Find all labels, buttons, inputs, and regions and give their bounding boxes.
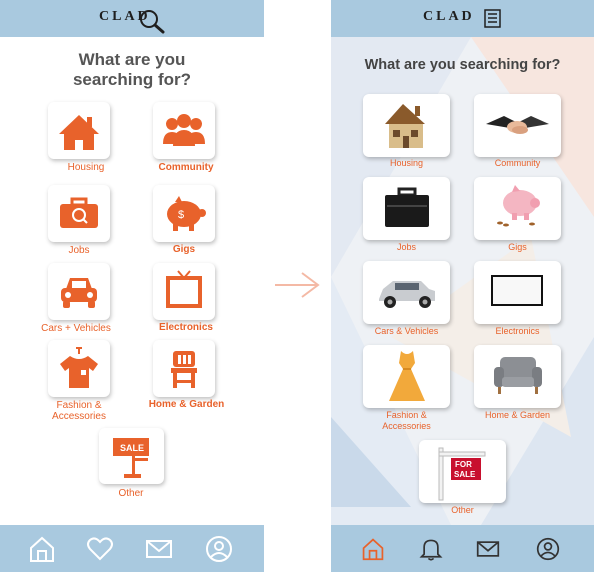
svg-text:FOR: FOR — [455, 460, 472, 469]
category-tile-fashion[interactable] — [48, 340, 110, 397]
category-label-cars: Cars & Vehicles — [374, 326, 439, 336]
profile-icon[interactable] — [536, 537, 560, 561]
screen-original: CLAD What are you searching for? Housing… — [0, 0, 264, 572]
bottom-nav — [331, 525, 594, 572]
heart-icon[interactable] — [86, 535, 114, 563]
category-label-cars: Cars + Vehicles — [41, 323, 111, 334]
page-title-line1: What are you — [78, 50, 186, 69]
category-label-fashion-line2: Accessories — [52, 411, 106, 422]
tv-photo-icon — [491, 275, 543, 306]
category-label-fashion: Fashion & Accessories — [363, 410, 450, 432]
mail-icon[interactable] — [476, 537, 500, 561]
category-label-fashion-line1: Fashion & — [386, 410, 427, 420]
armchair-photo-icon — [494, 357, 542, 394]
category-tile-home-garden[interactable] — [153, 340, 215, 397]
category-tile-electronics[interactable] — [153, 263, 215, 320]
search-icon[interactable] — [138, 8, 166, 34]
svg-text:SALE: SALE — [120, 443, 144, 453]
category-tile-other[interactable]: SALE — [99, 428, 164, 484]
handshake-icon — [486, 116, 549, 134]
category-tile-cars[interactable] — [48, 263, 110, 320]
shirt-icon — [60, 347, 98, 388]
category-tile-home-garden[interactable] — [474, 345, 561, 408]
category-label-community: Community — [494, 158, 541, 168]
category-tile-gigs[interactable]: $ — [153, 185, 215, 242]
category-tile-jobs[interactable] — [363, 177, 450, 240]
svg-text:$: $ — [178, 209, 184, 221]
category-tile-other[interactable]: FOR SALE — [419, 440, 506, 503]
profile-icon[interactable] — [205, 535, 233, 563]
home-icon[interactable] — [28, 535, 56, 563]
category-label-housing: Housing — [389, 158, 424, 168]
briefcase-icon — [60, 197, 98, 228]
house-photo-icon — [385, 104, 425, 148]
category-label-fashion: Fashion & Accessories — [37, 400, 121, 422]
sale-sign-icon: SALE — [113, 438, 149, 478]
category-label-jobs: Jobs — [396, 242, 416, 252]
category-label-community: Community — [158, 162, 214, 173]
category-tile-jobs[interactable] — [48, 185, 110, 242]
bottom-nav — [0, 525, 264, 572]
top-bar: CLAD — [0, 0, 264, 37]
car-photo-icon — [379, 281, 435, 308]
svg-text:SALE: SALE — [454, 470, 476, 479]
category-label-other: Other — [118, 488, 144, 499]
category-label-home-garden: Home & Garden — [148, 399, 225, 410]
category-label-gigs: Gigs — [172, 244, 196, 255]
category-tile-community[interactable] — [153, 102, 215, 159]
screen-redesign: CLAD What are you searching for? Housing… — [331, 0, 594, 572]
category-tile-housing[interactable] — [48, 102, 110, 159]
for-sale-sign-icon: FOR SALE — [438, 447, 486, 501]
mail-icon[interactable] — [145, 535, 173, 563]
bell-icon[interactable] — [419, 537, 443, 561]
category-label-electronics: Electronics — [159, 322, 213, 333]
tv-icon — [166, 270, 202, 308]
category-label-jobs: Jobs — [68, 245, 90, 256]
category-label-home-garden: Home & Garden — [484, 410, 551, 420]
category-label-gigs: Gigs — [508, 242, 527, 252]
house-icon — [59, 115, 99, 150]
category-label-electronics: Electronics — [495, 326, 540, 336]
piggy-bank-photo-icon — [497, 185, 540, 227]
home-icon[interactable] — [361, 537, 385, 561]
page-title-line2: searching for? — [72, 70, 192, 89]
category-tile-electronics[interactable] — [474, 261, 561, 324]
category-tile-community[interactable] — [474, 94, 561, 157]
briefcase-photo-icon — [385, 187, 429, 227]
top-bar: CLAD — [331, 0, 594, 37]
transition-arrow-icon — [275, 272, 320, 298]
people-icon — [163, 114, 205, 146]
car-icon — [61, 278, 97, 308]
dress-photo-icon — [389, 351, 425, 401]
category-tile-housing[interactable] — [363, 94, 450, 157]
category-label-fashion-line1: Fashion & — [56, 400, 102, 411]
page-title: What are you searching for? — [364, 57, 561, 73]
category-tile-fashion[interactable] — [363, 345, 450, 408]
app-logo: CLAD — [423, 9, 475, 24]
news-icon[interactable] — [483, 9, 503, 29]
page-title: What are you searching for? — [0, 50, 264, 90]
piggy-bank-icon: $ — [167, 196, 206, 231]
category-label-housing: Housing — [67, 162, 105, 173]
category-label-fashion-line2: Accessories — [382, 421, 431, 431]
category-label-other: Other — [451, 505, 474, 515]
chair-icon — [171, 351, 197, 388]
category-tile-cars[interactable] — [363, 261, 450, 324]
category-tile-gigs[interactable] — [474, 177, 561, 240]
